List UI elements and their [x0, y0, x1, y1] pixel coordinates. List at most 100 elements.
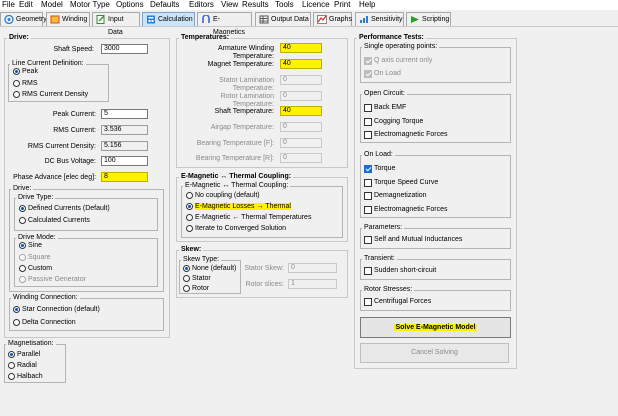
menu-help[interactable]: Help — [359, 0, 375, 10]
magnetisation-radial-radio[interactable]: Radial — [8, 362, 37, 370]
calculation-icon — [147, 15, 155, 24]
drive-mode-sine-radio[interactable]: Sine — [19, 242, 42, 250]
radio-dot — [19, 276, 26, 283]
radio-dot — [13, 80, 20, 87]
back-emf-checkbox[interactable]: Back EMF — [364, 104, 406, 112]
torque-speed-curve-checkbox[interactable]: Torque Speed Curve — [364, 179, 438, 187]
sudden-short-circuit-checkbox[interactable]: Sudden short-circuit — [364, 267, 436, 275]
tab-calculation[interactable]: Calculation — [142, 12, 195, 26]
q-axis-current-checkbox[interactable]: Q axis current only — [364, 57, 432, 65]
menu-view[interactable]: View — [221, 0, 238, 10]
solve-emagnetic-model-button[interactable]: Solve E-Magnetic Model — [360, 317, 511, 338]
torque-checkbox[interactable]: Torque — [364, 165, 395, 173]
radio-dot — [13, 306, 20, 313]
drive-type-calculated-radio[interactable]: Calculated Currents — [19, 217, 90, 225]
phase-advance-input[interactable]: 8 — [101, 172, 148, 182]
shaft-temp-label: Shaft Temperature: — [214, 108, 274, 115]
graphs-icon — [317, 15, 327, 24]
tab-winding[interactable]: Winding — [46, 12, 90, 26]
demagnetization-checkbox[interactable]: Demagnetization — [364, 192, 427, 200]
drive-mode-square-radio[interactable]: Square — [19, 254, 51, 262]
bearing-temp-r-input[interactable]: 0 — [280, 153, 322, 163]
radio-dot — [13, 68, 20, 75]
menu-editors[interactable]: Editors — [189, 0, 214, 10]
checkbox-label: Cogging Torque — [374, 118, 424, 125]
checkbox-box — [364, 267, 372, 275]
tab-geometry[interactable]: Geometry — [0, 12, 47, 26]
on-load-single-checkbox[interactable]: On Load — [364, 70, 401, 78]
checkbox-label: Demagnetization — [374, 192, 427, 199]
cogging-torque-checkbox[interactable]: Cogging Torque — [364, 118, 423, 126]
tab-input-data[interactable]: Input Data — [92, 12, 140, 36]
rotor-lamination-temp-input[interactable]: 0 — [280, 91, 322, 101]
coupling-iterate-radio[interactable]: Iterate to Converged Solution — [186, 225, 286, 233]
peak-current-input[interactable]: 5 — [101, 109, 148, 119]
magnetisation-parallel-radio[interactable]: Parallel — [8, 351, 40, 359]
radio-dot — [19, 242, 26, 249]
menu-file[interactable]: File — [2, 0, 15, 10]
bearing-temp-f-input[interactable]: 0 — [280, 138, 322, 148]
radio-label: Stator — [192, 275, 211, 282]
magnetisation-halbach-radio[interactable]: Halbach — [8, 373, 43, 381]
drive-type-defined-radio[interactable]: Defined Currents (Default) — [19, 205, 110, 213]
rotor-slices-label: Rotor slices: — [245, 281, 284, 288]
lcd-rms-radio[interactable]: RMS — [13, 80, 38, 88]
radio-dot — [19, 217, 26, 224]
armature-winding-temp-label: Armature Winding Temperature: — [217, 45, 274, 60]
magnet-temp-input[interactable]: 40 — [280, 59, 322, 69]
tab-e-magnetics[interactable]: E-Magnetics — [197, 12, 252, 36]
tab-label: Geometry — [16, 16, 47, 23]
tab-graphs[interactable]: Graphs — [313, 12, 352, 26]
skew-none-radio[interactable]: None (default) — [183, 265, 236, 273]
menu-print[interactable]: Print — [334, 0, 350, 10]
drive-mode-title: Drive Mode: — [16, 234, 58, 242]
drive-mode-custom-radio[interactable]: Custom — [19, 265, 52, 273]
coupling-losses-to-thermal-radio[interactable]: E-Magnetic Losses → Thermal — [186, 203, 291, 211]
oc-electromagnetic-forces-checkbox[interactable]: Electromagnetic Forces — [364, 131, 448, 139]
scripting-icon — [411, 16, 419, 23]
radio-dot — [19, 254, 26, 261]
delta-connection-radio[interactable]: Delta Connection — [13, 319, 76, 327]
stator-skew-input[interactable]: 0 — [288, 263, 337, 273]
drive-mode-passive-generator-radio[interactable]: Passive Generator — [19, 276, 86, 284]
coupling-none-radio[interactable]: No coupling (default) — [186, 192, 260, 200]
dc-bus-voltage-input[interactable]: 100 — [101, 156, 148, 166]
menu-results[interactable]: Results — [242, 0, 269, 10]
stator-lamination-temp-input[interactable]: 0 — [280, 75, 322, 85]
tab-bar: Geometry Winding Input Data Calculation … — [0, 10, 618, 36]
coupling-thermal-temps-radio[interactable]: E-Magnetic ← Thermal Temperatures — [186, 214, 311, 222]
menu-tools[interactable]: Tools — [275, 0, 294, 10]
self-mutual-inductances-checkbox[interactable]: Self and Mutual Inductances — [364, 236, 462, 244]
tab-output-data[interactable]: Output Data — [255, 12, 311, 26]
tab-sensitivity[interactable]: Sensitivity — [355, 12, 404, 26]
radio-label: Halbach — [17, 373, 43, 380]
centrifugal-forces-checkbox[interactable]: Centrifugal Forces — [364, 298, 431, 306]
menu-edit[interactable]: Edit — [19, 0, 33, 10]
checkbox-box — [364, 57, 372, 65]
rms-current-density-label: RMS Current Density: — [27, 143, 96, 150]
airgap-temp-input[interactable]: 0 — [280, 122, 322, 132]
stator-skew-label: Stator Skew: — [244, 265, 284, 272]
radio-dot — [19, 265, 26, 272]
menu-motor-type[interactable]: Motor Type — [70, 0, 110, 10]
skew-rotor-radio[interactable]: Rotor — [183, 285, 209, 293]
menu-options[interactable]: Options — [116, 0, 144, 10]
menu-licence[interactable]: Licence — [302, 0, 330, 10]
ol-electromagnetic-forces-checkbox[interactable]: Electromagnetic Forces — [364, 206, 448, 214]
tab-scripting[interactable]: Scripting — [406, 12, 451, 26]
star-connection-radio[interactable]: Star Connection (default) — [13, 306, 100, 314]
shaft-temp-input[interactable]: 40 — [280, 106, 322, 116]
checkbox-label: Electromagnetic Forces — [374, 206, 448, 213]
menu-defaults[interactable]: Defaults — [150, 0, 179, 10]
menu-model[interactable]: Model — [41, 0, 63, 10]
rotor-slices-input[interactable]: 1 — [288, 279, 337, 289]
lcd-rms-density-radio[interactable]: RMS Current Density — [13, 91, 88, 99]
shaft-speed-input[interactable]: 3000 — [101, 44, 148, 54]
solve-button-label: Solve E-Magnetic Model — [394, 324, 477, 331]
lcd-peak-radio[interactable]: Peak — [13, 68, 38, 76]
skew-stator-radio[interactable]: Stator — [183, 275, 211, 283]
radio-label: Passive Generator — [28, 276, 86, 283]
checkbox-label: Centrifugal Forces — [374, 298, 432, 305]
cancel-solving-button[interactable]: Cancel Solving — [360, 343, 509, 363]
armature-winding-temp-input[interactable]: 40 — [280, 43, 322, 53]
